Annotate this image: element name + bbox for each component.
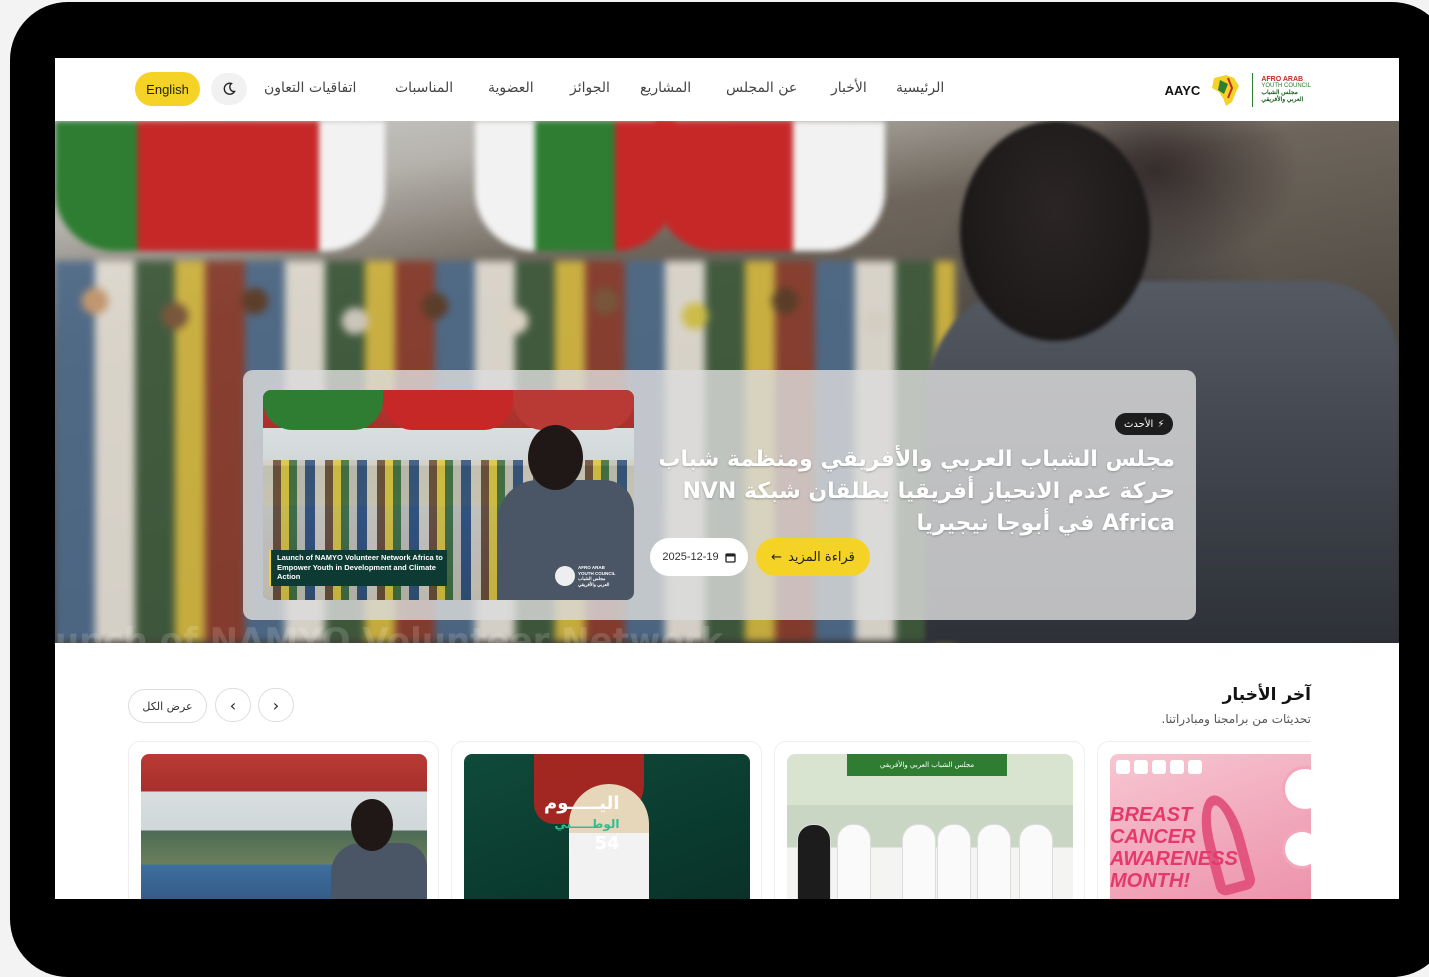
news-card[interactable]: BREAST CANCER AWARENESS MONTH! <box>1097 741 1311 899</box>
news-card-image[interactable]: BREAST CANCER AWARENESS MONTH! <box>1110 754 1311 899</box>
post-date: 2025-12-19 <box>662 551 719 563</box>
arrow-left-icon: ← <box>771 549 783 565</box>
image-person <box>837 824 871 899</box>
news-section-subtitle: تحديثات من برامجنا ومبادراتنا. <box>1161 712 1311 726</box>
image-speaker <box>331 799 427 899</box>
site-logo[interactable]: AAYC AFRO ARAB YOUTH COUNCIL مجلس الشباب… <box>1165 70 1311 110</box>
image-logo-line-4: العربي والأفريقي <box>578 581 610 587</box>
image-portrait <box>1282 766 1311 812</box>
image-logo: AFRO ARAB YOUTH COUNCIL مجلس الشباب العر… <box>555 562 627 590</box>
image-person <box>902 824 936 899</box>
news-card[interactable]: مجلس الشباب العربي والأفريقي <box>774 741 1085 899</box>
image-drape <box>263 390 383 430</box>
news-prev-button[interactable]: ‹ <box>215 688 251 722</box>
brand-line-4: العربي والأفريقي <box>1261 97 1304 103</box>
image-text: BREAST CANCER AWARENESS MONTH! <box>1110 804 1238 892</box>
latest-badge-label: الأحدث <box>1124 418 1154 430</box>
hero-featured-card: Launch of NAMYO Volunteer Network Africa… <box>243 370 1196 620</box>
nav-item-home[interactable]: الرئيسية <box>896 80 944 96</box>
brand-short-name: AAYC <box>1164 82 1201 98</box>
decor-flag <box>55 121 385 251</box>
news-card-image[interactable] <box>141 754 427 899</box>
news-card-image[interactable]: مجلس الشباب العربي والأفريقي <box>787 754 1073 899</box>
date-badge: 2025-12-19 <box>650 538 748 576</box>
news-card[interactable]: اليـــــوم الوطـــــني 54 <box>451 741 762 899</box>
image-caption: Launch of NAMYO Volunteer Network Africa… <box>269 550 447 586</box>
image-banner: مجلس الشباب العربي والأفريقي <box>847 754 1007 776</box>
view-all-button[interactable]: عرض الكل <box>128 689 207 723</box>
image-text-line-2: الوطـــــني <box>554 817 620 831</box>
image-text: اليـــــوم الوطـــــني 54 <box>544 794 620 854</box>
nav-item-awards[interactable]: الجوائز <box>570 80 610 96</box>
image-drape <box>383 390 513 430</box>
image-text-line-1: اليـــــوم <box>544 793 620 814</box>
news-card-image[interactable]: اليـــــوم الوطـــــني 54 <box>464 754 750 899</box>
image-portrait <box>1282 829 1311 869</box>
news-card[interactable] <box>128 741 439 899</box>
hero-slider: unch of NAMYO Volunteer Network Launch o… <box>55 121 1399 643</box>
theme-toggle-button[interactable] <box>211 73 247 105</box>
partner-logos <box>1116 760 1202 774</box>
image-person <box>977 824 1011 899</box>
news-carousel: اليـــــوم الوطـــــني 54 مجلس الشباب ال… <box>128 741 1311 899</box>
site-header: AAYC AFRO ARAB YOUTH COUNCIL مجلس الشباب… <box>55 58 1399 121</box>
read-more-label: قراءة المزيد <box>788 549 855 565</box>
latest-badge: ⚡ الأحدث <box>1115 413 1174 435</box>
chevron-right-icon: › <box>272 695 280 715</box>
nav-item-projects[interactable]: المشاريع <box>640 80 691 96</box>
nav-item-events[interactable]: المناسبات <box>395 80 453 96</box>
nav-item-agreements[interactable]: اتفاقيات التعاون <box>264 80 356 96</box>
read-more-button[interactable]: قراءة المزيد ← <box>756 538 870 576</box>
hero-title[interactable]: مجلس الشباب العربي والأفريقي ومنظمة شباب… <box>655 444 1175 540</box>
news-next-button[interactable]: › <box>258 688 294 722</box>
brand-line-2: YOUTH COUNCIL <box>1261 83 1311 89</box>
brand-line-1: AFRO ARAB <box>1261 76 1304 83</box>
brand-line-3: مجلس الشباب <box>1261 90 1298 96</box>
hero-featured-image[interactable]: Launch of NAMYO Volunteer Network Africa… <box>263 390 634 600</box>
image-text-line-3: 54 <box>594 833 620 854</box>
nav-item-membership[interactable]: العضوية <box>488 80 534 96</box>
decor-flag <box>475 121 675 251</box>
nav-item-news[interactable]: الأخبار <box>831 80 867 96</box>
brand-divider <box>1252 73 1254 107</box>
hero-background-caption: unch of NAMYO Volunteer Network <box>55 621 724 643</box>
africa-map-logo-icon <box>1206 72 1244 108</box>
chevron-left-icon: ‹ <box>229 695 237 715</box>
africa-map-logo-icon <box>555 566 575 586</box>
language-switch-button[interactable]: English <box>135 72 200 106</box>
news-section-title: آخر الأخبار <box>1222 685 1311 705</box>
image-drape <box>513 390 634 430</box>
brand-text: AFRO ARAB YOUTH COUNCIL مجلس الشباب العر… <box>1261 76 1311 104</box>
image-person <box>797 824 831 899</box>
decor-flag <box>655 121 885 251</box>
calendar-icon <box>724 552 736 563</box>
moon-icon <box>223 82 236 95</box>
lightning-icon: ⚡ <box>1157 418 1165 430</box>
nav-item-about[interactable]: عن المجلس <box>726 80 797 96</box>
hero-speaker-head <box>960 121 1150 341</box>
image-person <box>937 824 971 899</box>
image-person <box>1019 824 1053 899</box>
browser-screen: AAYC AFRO ARAB YOUTH COUNCIL مجلس الشباب… <box>55 58 1399 899</box>
